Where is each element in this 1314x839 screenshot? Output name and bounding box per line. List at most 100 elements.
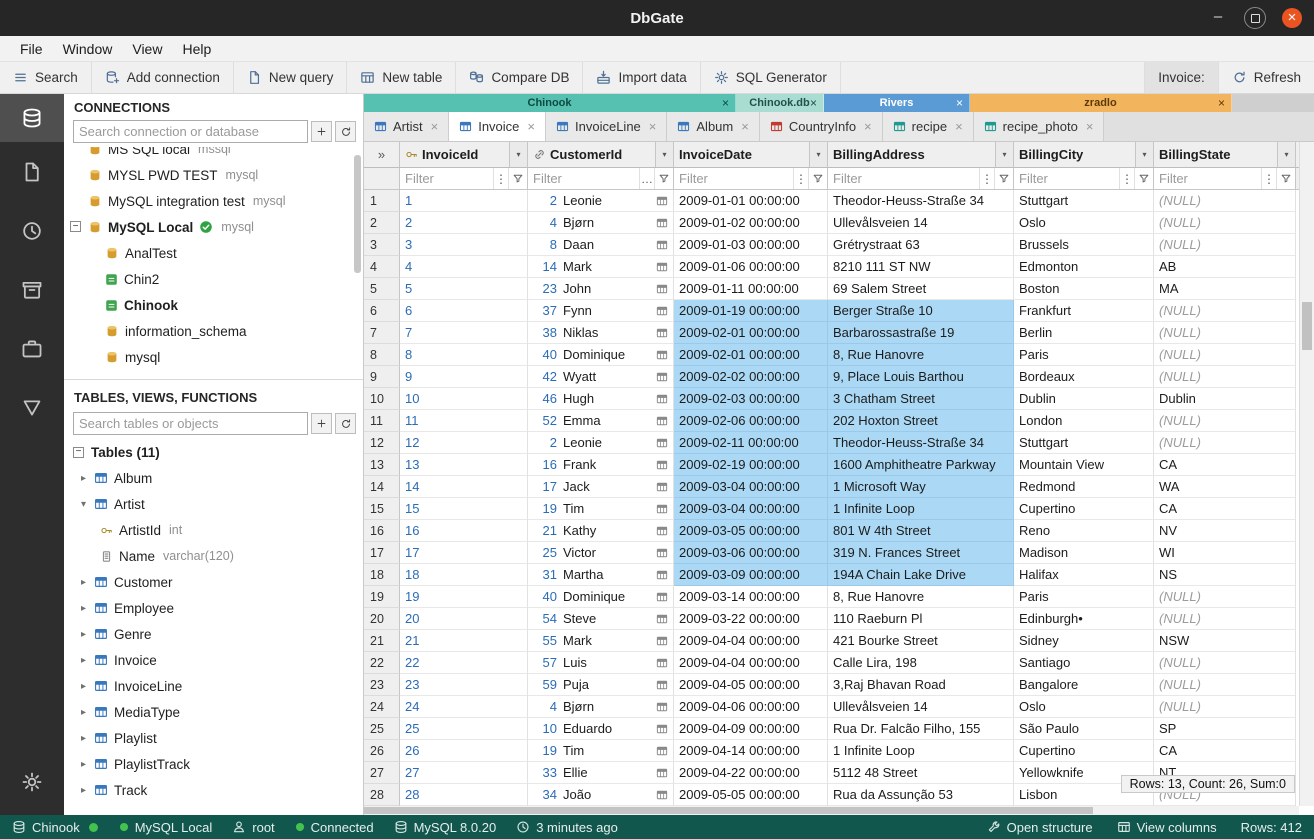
table-item-genre[interactable]: ▸Genre [64, 621, 363, 647]
chevron-right-icon[interactable]: ▸ [76, 733, 91, 744]
grid-cell[interactable]: 2009-02-02 00:00:00 [674, 366, 828, 388]
chevron-right-icon[interactable]: ▸ [76, 473, 91, 484]
grid-cell[interactable]: AB [1154, 256, 1296, 278]
grid-cell[interactable]: 34João [528, 784, 674, 806]
column-menu-button[interactable]: ▾ [1277, 142, 1295, 167]
open-reference-icon[interactable] [652, 437, 668, 449]
grid-cell[interactable]: 37Fynn [528, 300, 674, 322]
filter-menu-button[interactable]: ⋮ [979, 168, 994, 189]
connection-item-chin2[interactable]: Chin2 [64, 266, 363, 292]
refresh-tables-button[interactable] [335, 413, 356, 434]
grid-cell[interactable]: 2009-03-05 00:00:00 [674, 520, 828, 542]
grid-cell[interactable]: 202 Hoxton Street [828, 410, 1014, 432]
row-number[interactable]: 28 [364, 784, 400, 806]
view-columns-button[interactable]: View columns [1117, 820, 1217, 835]
column-header-InvoiceDate[interactable]: InvoiceDate▾ [674, 142, 828, 168]
grid-cell[interactable]: Bangalore [1014, 674, 1154, 696]
grid-cell[interactable]: Dublin [1014, 388, 1154, 410]
filter-menu-button[interactable]: ⋮ [793, 168, 808, 189]
grid-cell[interactable]: 25 [400, 718, 528, 740]
grid-cell[interactable]: Redmond [1014, 476, 1154, 498]
chevron-right-icon[interactable]: ▸ [76, 759, 91, 770]
column-header-BillingCity[interactable]: BillingCity▾ [1014, 142, 1154, 168]
grid-cell[interactable]: 2Leonie [528, 432, 674, 454]
connection-item-mysl-pwd-test[interactable]: MYSL PWD TESTmysql [64, 162, 363, 188]
grid-cell[interactable]: 2009-01-03 00:00:00 [674, 234, 828, 256]
open-structure-button[interactable]: Open structure [987, 820, 1093, 835]
column-header-InvoiceId[interactable]: InvoiceId▾ [400, 142, 528, 168]
open-reference-icon[interactable] [652, 613, 668, 625]
grid-cell[interactable]: 54Steve [528, 608, 674, 630]
row-number[interactable]: 21 [364, 630, 400, 652]
row-number[interactable]: 14 [364, 476, 400, 498]
tab-recipe[interactable]: recipe× [883, 112, 974, 141]
row-number[interactable]: 3 [364, 234, 400, 256]
grid-cell[interactable]: 2009-04-04 00:00:00 [674, 630, 828, 652]
grid-cell[interactable]: 16 [400, 520, 528, 542]
row-number[interactable]: 4 [364, 256, 400, 278]
grid-cell[interactable]: Barbarossastraße 19 [828, 322, 1014, 344]
grid-cell[interactable]: 2009-03-04 00:00:00 [674, 498, 828, 520]
grid-cell[interactable]: Mountain View [1014, 454, 1154, 476]
grid-cell[interactable]: 2009-02-19 00:00:00 [674, 454, 828, 476]
column-menu-button[interactable]: ▾ [809, 142, 827, 167]
grid-cell[interactable]: Berlin [1014, 322, 1154, 344]
grid-cell[interactable]: NV [1154, 520, 1296, 542]
filter-input[interactable]: Filter [833, 171, 979, 186]
open-reference-icon[interactable] [652, 217, 668, 229]
table-item-playlist[interactable]: ▸Playlist [64, 725, 363, 751]
close-button[interactable] [1282, 8, 1302, 28]
grid-cell[interactable]: (NULL) [1154, 410, 1296, 432]
grid-cell[interactable]: 2 [400, 212, 528, 234]
close-group-icon[interactable]: × [1218, 96, 1225, 110]
grid-cell[interactable]: Frankfurt [1014, 300, 1154, 322]
grid-cell[interactable]: NS [1154, 564, 1296, 586]
rail-briefcase-button[interactable] [0, 319, 64, 378]
open-reference-icon[interactable] [652, 789, 668, 801]
grid-cell[interactable]: 4Bjørn [528, 696, 674, 718]
close-group-icon[interactable]: × [810, 96, 817, 110]
grid-cell[interactable]: 18 [400, 564, 528, 586]
grid-cell[interactable]: 8, Rue Hanovre [828, 344, 1014, 366]
open-reference-icon[interactable] [652, 305, 668, 317]
tab-recipe-photo[interactable]: recipe_photo× [974, 112, 1105, 141]
grid-cell[interactable]: (NULL) [1154, 696, 1296, 718]
filter-input[interactable]: Filter [679, 171, 793, 186]
grid-cell[interactable]: (NULL) [1154, 300, 1296, 322]
open-reference-icon[interactable] [652, 701, 668, 713]
grid-cell[interactable]: (NULL) [1154, 190, 1296, 212]
column-menu-button[interactable]: ▾ [509, 142, 527, 167]
grid-cell[interactable]: 5112 48 Street [828, 762, 1014, 784]
grid-cell[interactable]: 2009-01-01 00:00:00 [674, 190, 828, 212]
grid-cell[interactable]: 2009-02-01 00:00:00 [674, 322, 828, 344]
grid-cell[interactable]: SP [1154, 718, 1296, 740]
grid-cell[interactable]: MA [1154, 278, 1296, 300]
grid-cell[interactable]: 14 [400, 476, 528, 498]
open-reference-icon[interactable] [652, 745, 668, 757]
grid-cell[interactable]: (NULL) [1154, 212, 1296, 234]
connection-item-mysql-integration-test[interactable]: MySQL integration testmysql [64, 188, 363, 214]
row-number[interactable]: 7 [364, 322, 400, 344]
grid-cell[interactable]: 40Dominique [528, 586, 674, 608]
row-number[interactable]: 22 [364, 652, 400, 674]
open-reference-icon[interactable] [652, 261, 668, 273]
grid-cell[interactable]: 2009-04-22 00:00:00 [674, 762, 828, 784]
grid-cell[interactable]: 16Frank [528, 454, 674, 476]
row-number[interactable]: 12 [364, 432, 400, 454]
close-tab-icon[interactable]: × [431, 119, 439, 134]
chevron-right-icon[interactable]: ▸ [76, 629, 91, 640]
collapse-icon[interactable]: − [73, 447, 84, 458]
column-item-name[interactable]: Namevarchar(120) [64, 543, 363, 569]
rail-history-button[interactable] [0, 201, 64, 260]
grid-cell[interactable]: 23 [400, 674, 528, 696]
grid-cell[interactable]: 31Martha [528, 564, 674, 586]
grid-cell[interactable]: (NULL) [1154, 344, 1296, 366]
grid-cell[interactable]: Paris [1014, 344, 1154, 366]
grid-cell[interactable]: Ullevålsveien 14 [828, 696, 1014, 718]
grid-cell[interactable]: (NULL) [1154, 674, 1296, 696]
grid-cell[interactable]: 8210 111 ST NW [828, 256, 1014, 278]
grid-cell[interactable]: (NULL) [1154, 652, 1296, 674]
rail-database-button[interactable] [0, 94, 64, 142]
grid-cell[interactable]: CA [1154, 498, 1296, 520]
grid-cell[interactable]: 17 [400, 542, 528, 564]
